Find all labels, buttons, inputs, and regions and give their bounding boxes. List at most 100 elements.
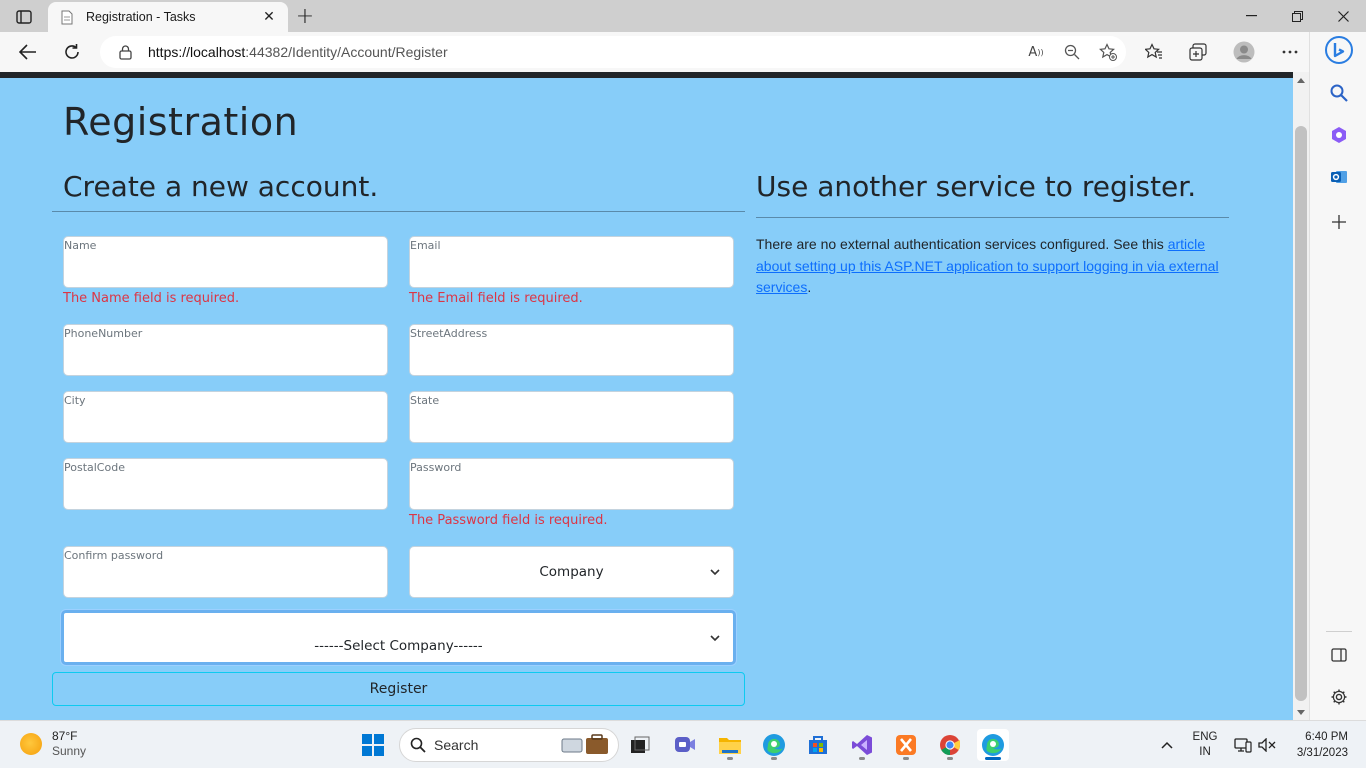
more-menu-icon[interactable] [1274, 36, 1306, 68]
zoom-out-icon[interactable] [1054, 36, 1090, 68]
confirm-password-label: Confirm password [64, 549, 164, 562]
external-login-message: There are no external authentication ser… [756, 236, 1168, 252]
settings-gear-icon[interactable] [1324, 682, 1354, 712]
profile-avatar-icon[interactable] [1228, 36, 1260, 68]
weather-temperature: 87°F [52, 729, 78, 743]
new-tab-icon[interactable]: + [292, 4, 318, 29]
close-tab-icon[interactable]: ✕ [258, 6, 280, 28]
read-aloud-icon[interactable]: A)) [1018, 36, 1054, 68]
teams-chat-icon[interactable] [669, 729, 701, 761]
chrome-icon[interactable] [934, 729, 966, 761]
shopping-icon[interactable] [1324, 120, 1354, 150]
chevron-up-icon[interactable] [1156, 721, 1178, 768]
company-select[interactable]: ------Select Company------ [61, 610, 736, 665]
name-field[interactable]: Name [63, 236, 388, 288]
phone-number-field[interactable]: PhoneNumber [63, 324, 388, 376]
page-title: Registration [63, 100, 299, 144]
page-favicon-icon [60, 9, 74, 25]
edge-active-window-icon[interactable] [977, 729, 1009, 761]
add-icon[interactable] [1324, 207, 1354, 237]
volume-muted-icon[interactable] [1256, 721, 1278, 768]
address-bar[interactable]: https://localhost:44382/Identity/Account… [100, 36, 1126, 68]
register-button[interactable]: Register [52, 672, 745, 706]
search-icon[interactable] [1324, 78, 1354, 108]
password-label: Password [410, 461, 462, 474]
back-icon[interactable] [12, 36, 44, 68]
edge-browser-icon[interactable] [758, 729, 790, 761]
street-address-field[interactable]: StreetAddress [409, 324, 734, 376]
tab-strip: Registration - Tasks ✕ + [0, 0, 1366, 32]
restore-icon[interactable] [1274, 0, 1320, 32]
divider [1326, 631, 1352, 632]
password-error: The Password field is required. [409, 513, 608, 528]
site-navbar [0, 72, 1293, 78]
close-window-icon[interactable] [1320, 0, 1366, 32]
favorites-icon[interactable] [1138, 36, 1170, 68]
running-indicator [771, 757, 777, 760]
tab-actions-icon[interactable] [10, 6, 38, 28]
scroll-down-icon[interactable] [1293, 704, 1309, 720]
url-text: https://localhost:44382/Identity/Account… [148, 44, 1018, 60]
region-code: IN [1199, 746, 1211, 758]
language-code: ENG [1192, 731, 1218, 743]
start-windows-icon[interactable] [357, 729, 389, 761]
city-field[interactable]: City [63, 391, 388, 443]
microsoft-store-icon[interactable] [802, 729, 834, 761]
taskbar-search-box[interactable]: Search [399, 728, 619, 762]
external-login-period: . [807, 279, 812, 295]
confirm-password-field[interactable]: Confirm password [63, 546, 388, 598]
language-indicator[interactable]: ENG IN [1188, 721, 1222, 768]
scrollbar-thumb[interactable] [1295, 126, 1307, 701]
divider [52, 211, 745, 212]
page-viewport: Registration Create a new account. Use a… [0, 72, 1293, 720]
name-label: Name [64, 239, 97, 252]
chevron-down-icon [710, 569, 720, 576]
network-icon[interactable] [1232, 721, 1254, 768]
running-indicator [859, 757, 865, 760]
lock-icon[interactable] [116, 43, 134, 61]
minimize-icon[interactable] [1228, 0, 1274, 32]
sidebar-toggle-icon[interactable] [1324, 640, 1354, 670]
running-indicator [903, 757, 909, 760]
outlook-icon[interactable] [1324, 162, 1354, 192]
taskbar-clock[interactable]: 6:40 PM 3/31/2023 [1284, 721, 1348, 768]
external-login-heading: Use another service to register. [756, 170, 1197, 203]
refresh-icon[interactable] [56, 36, 88, 68]
search-highlight-icon [560, 734, 610, 756]
registration-section: Create a new account. [52, 170, 745, 212]
email-error: The Email field is required. [409, 291, 583, 306]
role-select[interactable]: Company [409, 546, 734, 598]
weather-condition: Sunny [52, 744, 87, 758]
weather-widget[interactable]: 87°F Sunny [20, 729, 86, 759]
company-select-value: ------Select Company------ [314, 638, 483, 654]
windows-taskbar: 87°F Sunny Search ENG IN 6:40 PM 3/31/20… [0, 720, 1366, 768]
running-indicator [727, 757, 733, 760]
active-indicator [985, 757, 1001, 760]
street-address-label: StreetAddress [410, 327, 488, 340]
collections-icon[interactable] [1182, 36, 1214, 68]
state-field[interactable]: State [409, 391, 734, 443]
sunny-weather-icon [20, 733, 42, 755]
email-field[interactable]: Email [409, 236, 734, 288]
add-favorite-icon[interactable] [1090, 36, 1126, 68]
xampp-icon[interactable] [890, 729, 922, 761]
city-label: City [64, 394, 86, 407]
role-select-value: Company [539, 564, 604, 580]
bing-chat-icon[interactable] [1324, 35, 1354, 65]
page-scrollbar[interactable] [1293, 72, 1309, 720]
task-view-icon[interactable] [624, 729, 656, 761]
postal-code-label: PostalCode [64, 461, 125, 474]
create-account-heading: Create a new account. [63, 170, 379, 203]
email-label: Email [410, 239, 441, 252]
name-error: The Name field is required. [63, 291, 240, 306]
external-login-text: There are no external authentication ser… [756, 234, 1229, 299]
visual-studio-icon[interactable] [846, 729, 878, 761]
postal-code-field[interactable]: PostalCode [63, 458, 388, 510]
url-host: https://localhost [148, 44, 246, 60]
state-label: State [410, 394, 440, 407]
weather-text: 87°F Sunny [52, 729, 86, 759]
file-explorer-icon[interactable] [714, 729, 746, 761]
password-field[interactable]: Password [409, 458, 734, 510]
scroll-up-icon[interactable] [1293, 72, 1309, 88]
browser-tab[interactable]: Registration - Tasks ✕ [48, 2, 288, 32]
